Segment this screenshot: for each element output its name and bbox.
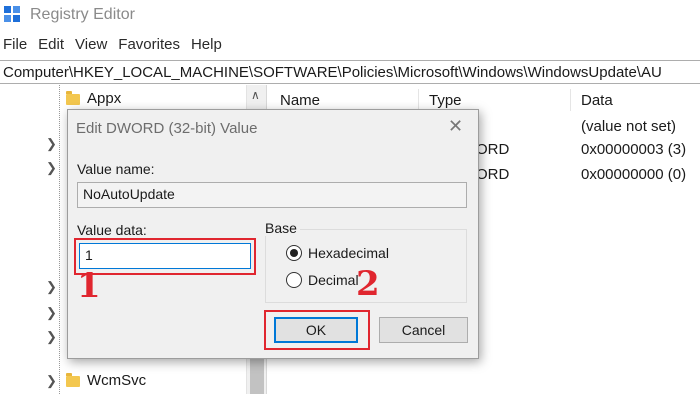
value-name-field: NoAutoUpdate [77,182,467,208]
column-separator [570,89,571,111]
chevron-right-icon[interactable]: ❯ [46,373,57,389]
folder-icon [66,91,80,105]
radio-decimal-label[interactable]: Decimal [308,272,359,288]
chevron-right-icon[interactable]: ❯ [46,329,57,345]
value-data-label: Value data: [77,222,147,238]
value-name-label: Value name: [77,161,155,177]
step-1-marker: 1 [77,266,101,306]
base-label: Base [265,220,300,236]
folder-icon [66,373,80,387]
chevron-right-icon[interactable]: ❯ [46,279,57,295]
registry-editor-icon [4,6,22,24]
edit-dword-dialog: Edit DWORD (32-bit) Value ✕ Value name: … [67,109,479,359]
chevron-up-icon[interactable]: ∧ [251,88,260,102]
menu-file[interactable]: File [0,36,31,56]
highlight-box-value-data [74,238,256,275]
tree-item-label: WcmSvc [87,372,147,389]
radio-decimal[interactable] [286,272,302,288]
radio-hexadecimal[interactable] [286,245,302,261]
cancel-button[interactable]: Cancel [379,317,468,343]
row-data[interactable]: 0x00000000 (0) [581,166,686,183]
column-header-name[interactable]: Name [280,92,320,109]
highlight-box-ok [264,310,370,350]
chevron-right-icon[interactable]: ❯ [46,136,57,152]
close-icon[interactable]: ✕ [448,116,463,137]
menu-bar: File Edit View Favorites Help [0,36,229,56]
window-title: Registry Editor [30,6,135,23]
address-bar[interactable]: Computer\HKEY_LOCAL_MACHINE\SOFTWARE\Pol… [0,60,700,84]
dialog-title: Edit DWORD (32-bit) Value [76,120,258,137]
menu-edit[interactable]: Edit [34,36,68,56]
column-separator [418,89,419,111]
menu-view[interactable]: View [71,36,111,56]
column-header-type[interactable]: Type [429,92,462,109]
step-2-marker: 2 [356,264,380,304]
tree-guide-line [59,85,60,394]
row-data[interactable]: (value not set) [581,118,676,135]
title-bar: Registry Editor [0,0,700,32]
radio-hexadecimal-label[interactable]: Hexadecimal [308,245,389,261]
menu-favorites[interactable]: Favorites [114,36,184,56]
tree-item-label: Appx [87,90,122,107]
column-header-data[interactable]: Data [581,92,613,109]
row-data[interactable]: 0x00000003 (3) [581,141,686,158]
menu-help[interactable]: Help [187,36,226,56]
chevron-right-icon[interactable]: ❯ [46,160,57,176]
chevron-right-icon[interactable]: ❯ [46,305,57,321]
